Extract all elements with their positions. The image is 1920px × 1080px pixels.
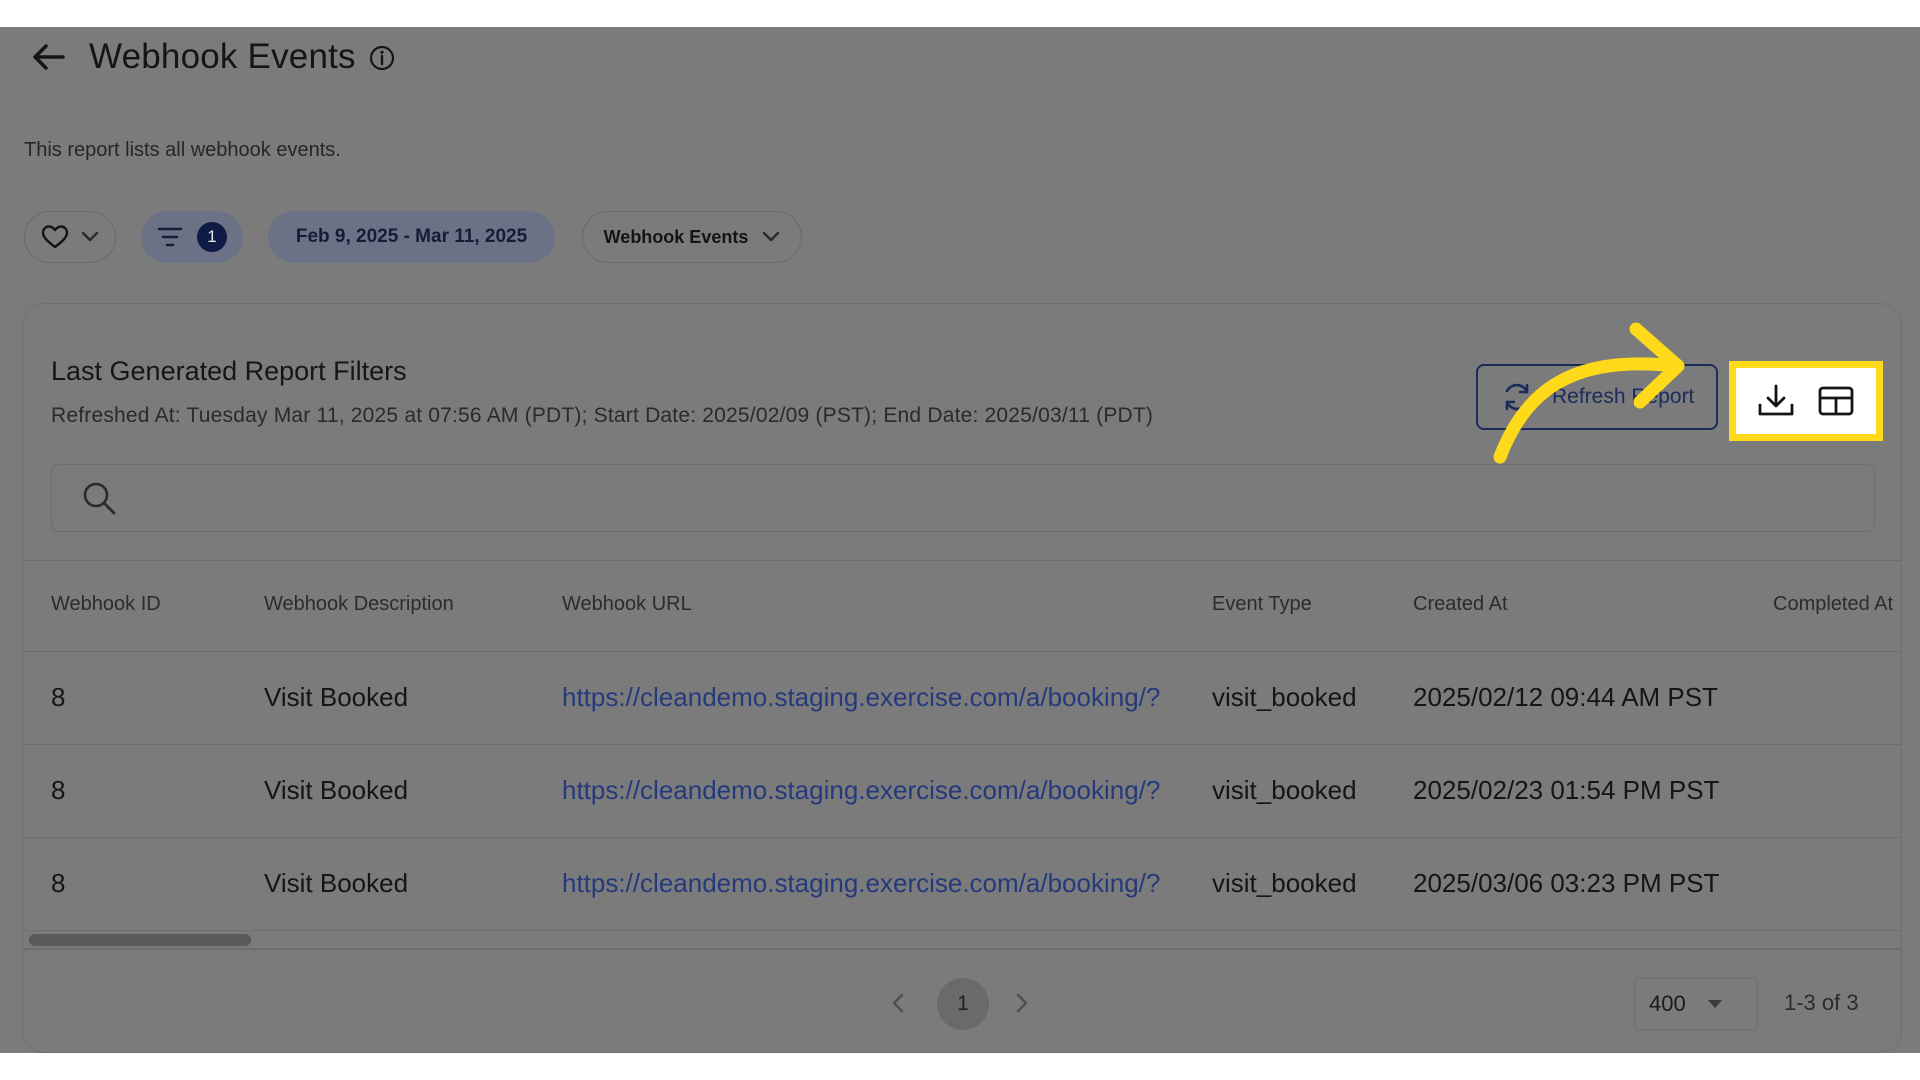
current-page-button[interactable]: 1 xyxy=(937,978,989,1030)
back-arrow-icon xyxy=(33,44,65,70)
chevron-down-icon xyxy=(763,231,780,242)
cell-webhook-url-link[interactable]: https://cleandemo.staging.exercise.com/a… xyxy=(562,775,1160,806)
cell-event-type: visit_booked xyxy=(1212,868,1357,898)
card-title: Last Generated Report Filters xyxy=(51,356,407,386)
report-type-label: Webhook Events xyxy=(603,226,749,247)
page-description: This report lists all webhook events. xyxy=(24,139,341,161)
chevron-right-icon xyxy=(1016,993,1028,1013)
search-field[interactable] xyxy=(51,464,1875,532)
next-page-button[interactable] xyxy=(1015,990,1029,1021)
cell-created-at: 2025/02/23 01:54 PM PST xyxy=(1413,775,1720,805)
cell-created-at: 2025/03/06 03:23 PM PST xyxy=(1413,868,1720,898)
caret-down-icon xyxy=(1707,1000,1722,1008)
cell-webhook-description: Visit Booked xyxy=(264,868,409,898)
cell-webhook-url-link[interactable]: https://cleandemo.staging.exercise.com/a… xyxy=(562,868,1160,899)
download-icon[interactable] xyxy=(1757,383,1795,419)
column-header-webhook-id[interactable]: Webhook ID xyxy=(51,593,161,616)
table-footer-divider xyxy=(23,948,1901,950)
back-button[interactable] xyxy=(32,43,68,71)
column-header-webhook-url[interactable]: Webhook URL xyxy=(562,593,692,616)
page-size-select[interactable]: 400 xyxy=(1634,978,1758,1030)
cell-webhook-url-link[interactable]: https://cleandemo.staging.exercise.com/a… xyxy=(562,682,1160,713)
page-size-value: 400 xyxy=(1649,991,1686,1016)
highlighted-actions xyxy=(1729,361,1883,441)
previous-page-button[interactable] xyxy=(891,990,905,1021)
cell-webhook-description: Visit Booked xyxy=(264,775,409,805)
screenshot-frame: Webhook Events This report lists all web… xyxy=(0,27,1920,1053)
horizontal-scrollbar[interactable] xyxy=(29,934,251,946)
column-header-created-at[interactable]: Created At xyxy=(1413,593,1508,616)
cell-webhook-description: Visit Booked xyxy=(264,682,409,712)
chevron-down-icon xyxy=(81,231,99,242)
page-title: Webhook Events xyxy=(89,37,356,76)
table-row: 8 Visit Booked https://cleandemo.staging… xyxy=(23,652,1901,745)
table-header-row: Webhook ID Webhook Description Webhook U… xyxy=(23,560,1901,652)
info-icon[interactable] xyxy=(369,45,395,71)
cell-event-type: visit_booked xyxy=(1212,775,1357,805)
column-header-event-type[interactable]: Event Type xyxy=(1212,593,1312,616)
page-header: Webhook Events xyxy=(0,27,1920,87)
pagination-range: 1-3 of 3 xyxy=(1784,990,1859,1015)
filter-icon xyxy=(157,227,183,247)
table-row: 8 Visit Booked https://cleandemo.staging… xyxy=(23,745,1901,838)
table-columns-icon[interactable] xyxy=(1817,385,1855,417)
table-row: 8 Visit Booked https://cleandemo.staging… xyxy=(23,838,1901,931)
column-header-webhook-description[interactable]: Webhook Description xyxy=(264,593,454,616)
filters-button[interactable]: 1 xyxy=(141,211,243,263)
refresh-icon xyxy=(1505,383,1529,411)
report-type-select[interactable]: Webhook Events xyxy=(582,211,802,263)
chevron-left-icon xyxy=(892,993,904,1013)
column-header-completed-at[interactable]: Completed At xyxy=(1773,593,1893,616)
search-icon xyxy=(83,482,116,515)
cell-webhook-id: 8 xyxy=(51,682,66,712)
report-filter-summary: Refreshed At: Tuesday Mar 11, 2025 at 07… xyxy=(51,404,1154,427)
date-range-chip[interactable]: Feb 9, 2025 - Mar 11, 2025 xyxy=(268,211,555,263)
refresh-label: Refresh Report xyxy=(1552,385,1695,408)
report-card: Last Generated Report Filters Refreshed … xyxy=(22,303,1902,1053)
cell-webhook-id: 8 xyxy=(51,868,66,898)
cell-event-type: visit_booked xyxy=(1212,682,1357,712)
refresh-report-button[interactable]: Refresh Report xyxy=(1476,364,1718,430)
favorites-dropdown[interactable] xyxy=(24,211,116,263)
heart-icon xyxy=(41,225,69,249)
cell-created-at: 2025/02/12 09:44 AM PST xyxy=(1413,682,1718,712)
filter-count-badge: 1 xyxy=(197,222,227,252)
cell-webhook-id: 8 xyxy=(51,775,66,805)
